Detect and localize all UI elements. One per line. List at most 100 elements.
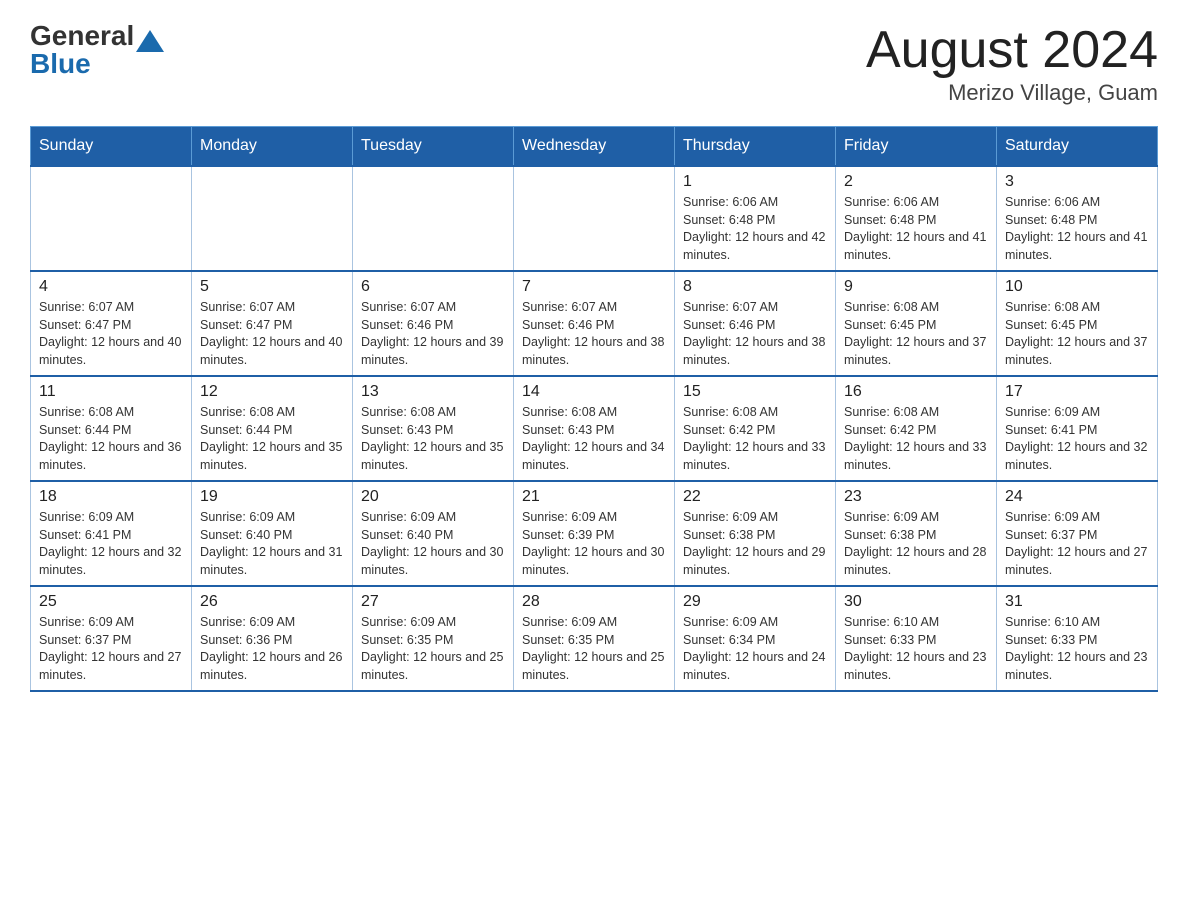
day-number: 10 [1005,278,1149,296]
logo-general-text: General [30,20,134,51]
calendar-cell: 16Sunrise: 6:08 AMSunset: 6:42 PMDayligh… [836,376,997,481]
day-number: 19 [200,488,344,506]
calendar-cell: 26 Sunrise: 6:09 AMSunset: 6:36 PMDayligh… [192,586,353,691]
calendar-cell [353,166,514,271]
day-of-week-header: Saturday [997,127,1158,167]
calendar-cell: 5Sunrise: 6:07 AMSunset: 6:47 PMDaylight… [192,271,353,376]
calendar-week-row: 25 Sunrise: 6:09 AMSunset: 6:37 PMDayligh… [31,586,1158,691]
day-of-week-header: Monday [192,127,353,167]
day-info: Sunrise: 6:08 AMSunset: 6:45 PMDaylight:… [844,299,988,369]
calendar-cell: 4 Sunrise: 6:07 AMSunset: 6:47 PMDaylight… [31,271,192,376]
day-info: Sunrise: 6:08 AMSunset: 6:44 PMDaylight:… [39,404,183,474]
calendar-cell: 8 Sunrise: 6:07 AMSunset: 6:46 PMDaylight… [675,271,836,376]
day-info: Sunrise: 6:07 AMSunset: 6:46 PMDaylight:… [522,299,666,369]
day-info: Sunrise: 6:09 AMSunset: 6:40 PMDaylight:… [200,509,344,579]
day-number: 20 [361,488,505,506]
day-number: 18 [39,488,183,506]
calendar-cell: 14Sunrise: 6:08 AMSunset: 6:43 PMDayligh… [514,376,675,481]
day-info: Sunrise: 6:09 AMSunset: 6:41 PMDaylight:… [1005,404,1149,474]
calendar-cell: 6Sunrise: 6:07 AMSunset: 6:46 PMDaylight… [353,271,514,376]
day-number: 24 [1005,488,1149,506]
calendar-cell: 15Sunrise: 6:08 AMSunset: 6:42 PMDayligh… [675,376,836,481]
day-number: 31 [1005,593,1149,611]
day-info: Sunrise: 6:08 AMSunset: 6:45 PMDaylight:… [1005,299,1149,369]
calendar-cell: 11 Sunrise: 6:08 AMSunset: 6:44 PMDayligh… [31,376,192,481]
day-info: Sunrise: 6:09 AMSunset: 6:41 PMDaylight:… [39,509,183,579]
day-info: Sunrise: 6:09 AMSunset: 6:37 PMDaylight:… [1005,509,1149,579]
calendar-week-row: 11 Sunrise: 6:08 AMSunset: 6:44 PMDayligh… [31,376,1158,481]
day-info: Sunrise: 6:09 AMSunset: 6:40 PMDaylight:… [361,509,505,579]
day-number: 11 [39,383,183,401]
day-info: Sunrise: 6:09 AMSunset: 6:37 PMDaylight:… [39,614,183,684]
calendar-cell: 10 Sunrise: 6:08 AMSunset: 6:45 PMDayligh… [997,271,1158,376]
page-header: General Blue August 2024 Merizo Village,… [30,20,1158,106]
calendar-cell: 28Sunrise: 6:09 AMSunset: 6:35 PMDayligh… [514,586,675,691]
day-info: Sunrise: 6:09 AMSunset: 6:36 PMDaylight:… [200,614,344,684]
day-number: 9 [844,278,988,296]
calendar-cell: 24 Sunrise: 6:09 AMSunset: 6:37 PMDayligh… [997,481,1158,586]
day-of-week-header: Wednesday [514,127,675,167]
calendar-cell: 20 Sunrise: 6:09 AMSunset: 6:40 PMDayligh… [353,481,514,586]
calendar-cell: 12 Sunrise: 6:08 AMSunset: 6:44 PMDayligh… [192,376,353,481]
day-info: Sunrise: 6:08 AMSunset: 6:44 PMDaylight:… [200,404,344,474]
day-info: Sunrise: 6:07 AMSunset: 6:46 PMDaylight:… [683,299,827,369]
calendar-cell: 3 Sunrise: 6:06 AMSunset: 6:48 PMDaylight… [997,166,1158,271]
calendar-cell: 29 Sunrise: 6:09 AMSunset: 6:34 PMDayligh… [675,586,836,691]
calendar-week-row: 4 Sunrise: 6:07 AMSunset: 6:47 PMDaylight… [31,271,1158,376]
day-number: 28 [522,593,666,611]
logo: General Blue [30,20,164,80]
day-number: 12 [200,383,344,401]
day-info: Sunrise: 6:09 AMSunset: 6:35 PMDaylight:… [361,614,505,684]
day-info: Sunrise: 6:08 AMSunset: 6:42 PMDaylight:… [683,404,827,474]
calendar-cell: 22 Sunrise: 6:09 AMSunset: 6:38 PMDayligh… [675,481,836,586]
day-number: 1 [683,173,827,191]
day-number: 4 [39,278,183,296]
day-number: 3 [1005,173,1149,191]
day-number: 5 [200,278,344,296]
day-info: Sunrise: 6:09 AMSunset: 6:34 PMDaylight:… [683,614,827,684]
day-number: 6 [361,278,505,296]
calendar-cell: 19 Sunrise: 6:09 AMSunset: 6:40 PMDayligh… [192,481,353,586]
day-info: Sunrise: 6:06 AMSunset: 6:48 PMDaylight:… [1005,194,1149,264]
day-number: 13 [361,383,505,401]
day-info: Sunrise: 6:09 AMSunset: 6:38 PMDaylight:… [844,509,988,579]
day-of-week-header: Tuesday [353,127,514,167]
calendar-week-row: 18 Sunrise: 6:09 AMSunset: 6:41 PMDayligh… [31,481,1158,586]
calendar-cell: 9 Sunrise: 6:08 AMSunset: 6:45 PMDaylight… [836,271,997,376]
calendar-cell: 30 Sunrise: 6:10 AMSunset: 6:33 PMDayligh… [836,586,997,691]
calendar-cell [31,166,192,271]
calendar-table: SundayMondayTuesdayWednesdayThursdayFrid… [30,126,1158,692]
day-info: Sunrise: 6:08 AMSunset: 6:42 PMDaylight:… [844,404,988,474]
day-info: Sunrise: 6:07 AMSunset: 6:47 PMDaylight:… [39,299,183,369]
day-number: 17 [1005,383,1149,401]
day-info: Sunrise: 6:06 AMSunset: 6:48 PMDaylight:… [683,194,827,264]
day-of-week-header: Sunday [31,127,192,167]
calendar-cell: 17 Sunrise: 6:09 AMSunset: 6:41 PMDayligh… [997,376,1158,481]
day-number: 22 [683,488,827,506]
day-number: 26 [200,593,344,611]
day-info: Sunrise: 6:09 AMSunset: 6:38 PMDaylight:… [683,509,827,579]
day-info: Sunrise: 6:08 AMSunset: 6:43 PMDaylight:… [361,404,505,474]
day-of-week-header: Thursday [675,127,836,167]
day-info: Sunrise: 6:09 AMSunset: 6:39 PMDaylight:… [522,509,666,579]
day-number: 2 [844,173,988,191]
day-number: 25 [39,593,183,611]
calendar-cell [514,166,675,271]
calendar-cell: 21 Sunrise: 6:09 AMSunset: 6:39 PMDayligh… [514,481,675,586]
day-number: 27 [361,593,505,611]
day-number: 29 [683,593,827,611]
day-info: Sunrise: 6:10 AMSunset: 6:33 PMDaylight:… [844,614,988,684]
calendar-subtitle: Merizo Village, Guam [866,80,1158,106]
calendar-week-row: 1 Sunrise: 6:06 AMSunset: 6:48 PMDaylight… [31,166,1158,271]
day-number: 8 [683,278,827,296]
day-number: 30 [844,593,988,611]
calendar-cell: 2Sunrise: 6:06 AMSunset: 6:48 PMDaylight… [836,166,997,271]
logo-triangle-icon [136,30,164,52]
logo-blue-text: Blue [30,48,164,80]
day-number: 21 [522,488,666,506]
day-of-week-header: Friday [836,127,997,167]
calendar-cell: 27 Sunrise: 6:09 AMSunset: 6:35 PMDayligh… [353,586,514,691]
day-info: Sunrise: 6:10 AMSunset: 6:33 PMDaylight:… [1005,614,1149,684]
day-number: 14 [522,383,666,401]
calendar-cell: 25 Sunrise: 6:09 AMSunset: 6:37 PMDayligh… [31,586,192,691]
